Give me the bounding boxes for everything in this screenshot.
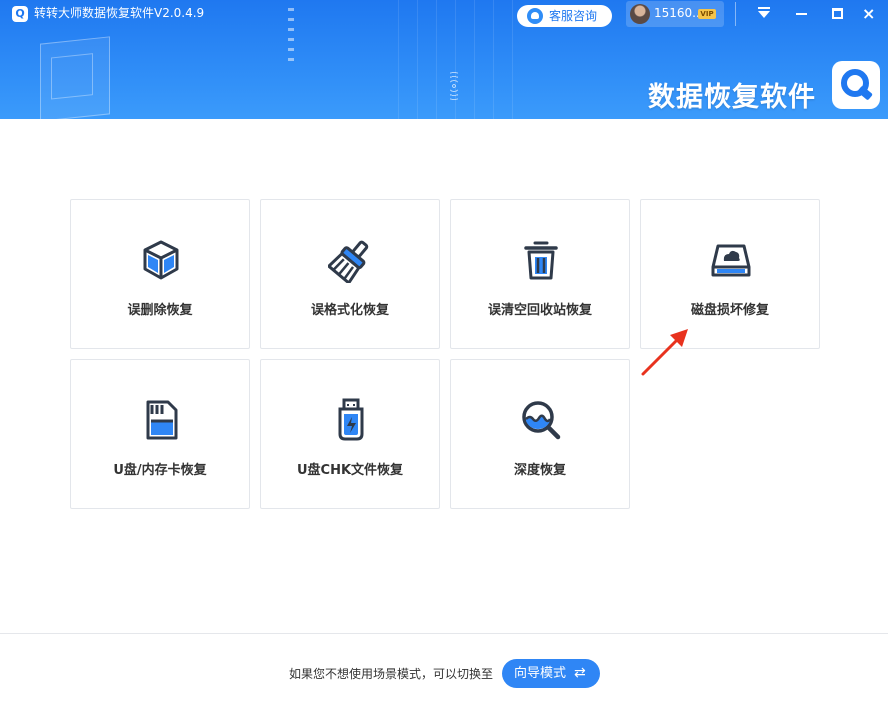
broom-icon (328, 240, 369, 283)
mode-card-label: 深度恢复 (513, 463, 566, 478)
sd-card-icon (146, 400, 178, 440)
mode-card-deep-recovery[interactable]: 深度恢复 (450, 359, 630, 509)
menu-dropdown-icon (758, 7, 770, 18)
chat-icon (527, 8, 543, 24)
footer-divider (0, 633, 888, 634)
brand-logo-icon (832, 61, 880, 109)
mode-card-format-recovery[interactable]: 误格式化恢复 (260, 199, 440, 349)
vip-badge: VIP (698, 9, 716, 19)
mode-card-label: 误格式化恢复 (310, 303, 389, 318)
app-logo-icon: Q (12, 6, 28, 22)
mode-card-label: U盘CHK文件恢复 (296, 463, 404, 478)
app-window: Q 转转大师数据恢复软件V2.0.4.9 客服咨询 15160... VIP ×… (0, 0, 888, 711)
user-account[interactable]: 15160... VIP (626, 1, 724, 27)
mode-card-recycle-bin-recovery[interactable]: 误清空回收站恢复 (450, 199, 630, 349)
switch-mode-prompt: 如果您不想使用场景模式，可以切换至 (289, 667, 494, 681)
mode-card-label: 磁盘损坏修复 (690, 303, 769, 318)
annotation-arrow-icon (641, 329, 688, 376)
header-decoration-rings (450, 70, 458, 102)
header-decoration-dots (288, 8, 294, 68)
customer-service-label: 客服咨询 (549, 9, 598, 23)
avatar (630, 4, 650, 24)
mode-card-usb-sd-recovery[interactable]: U盘/内存卡恢复 (70, 359, 250, 509)
wizard-mode-label: 向导模式 (514, 666, 567, 681)
cube-icon (143, 240, 179, 280)
menu-button[interactable] (748, 2, 780, 26)
header-decoration-panel (40, 36, 110, 119)
magnifier-icon (522, 401, 561, 440)
close-icon: × (862, 4, 876, 23)
mode-card-usb-chk-recovery[interactable]: U盘CHK文件恢复 (260, 359, 440, 509)
usb-drive-icon (338, 398, 364, 441)
minimize-button[interactable] (786, 2, 818, 26)
maximize-icon (832, 8, 843, 19)
user-name: 15160... (654, 6, 704, 20)
window-title: 转转大师数据恢复软件V2.0.4.9 (34, 6, 205, 20)
customer-service-button[interactable]: 客服咨询 (517, 5, 612, 27)
brand-title: 数据恢复软件 (648, 82, 816, 113)
close-button[interactable]: × (854, 2, 886, 26)
mode-card-label: 误删除恢复 (127, 303, 193, 318)
trash-icon (524, 241, 558, 280)
header-banner: Q 转转大师数据恢复软件V2.0.4.9 客服咨询 15160... VIP ×… (0, 0, 888, 119)
mode-card-label: 误清空回收站恢复 (487, 303, 592, 318)
swap-icon: ⇄ (574, 665, 586, 681)
brand-logo-tail (857, 85, 873, 101)
title-bar-divider (735, 2, 736, 26)
mode-card-label: U盘/内存卡恢复 (113, 463, 207, 478)
mode-card-deleted-recovery[interactable]: 误删除恢复 (70, 199, 250, 349)
maximize-button[interactable] (822, 2, 854, 26)
disk-icon (711, 244, 751, 277)
wizard-mode-button[interactable]: 向导模式 ⇄ (502, 659, 600, 688)
minimize-icon (796, 13, 807, 15)
